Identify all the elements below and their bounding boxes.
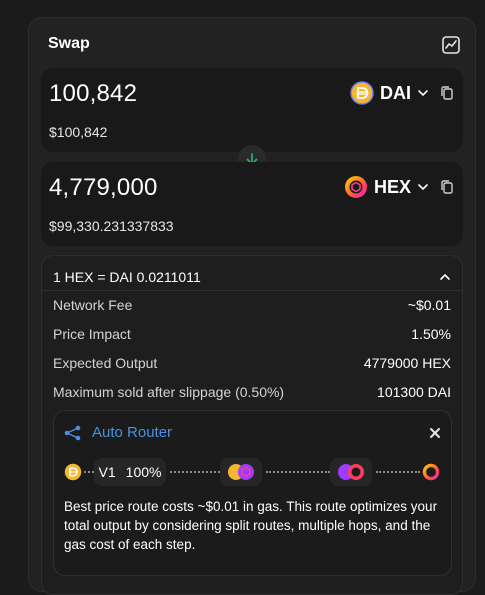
to-token-panel: 4,779,000 $99,330.231337833 HEX [41, 162, 463, 246]
route-dots [266, 471, 330, 475]
to-usd-value: $99,330.231337833 [49, 218, 174, 234]
dai-token-icon [350, 81, 374, 105]
route-dots [170, 471, 220, 475]
detail-label: Price Impact [53, 326, 131, 342]
auto-router-description: Best price route costs ~$0.01 in gas. Th… [64, 499, 438, 552]
from-token-selector[interactable]: DAI [350, 80, 455, 106]
route-pool-pill [330, 458, 372, 486]
detail-label: Maximum sold after slippage (0.50%) [53, 384, 285, 400]
copy-icon[interactable] [439, 179, 455, 195]
from-token-symbol: DAI [380, 82, 411, 103]
detail-label: Network Fee [53, 297, 133, 313]
copy-icon[interactable] [439, 85, 455, 101]
detail-row-expected-output: Expected Output 4779000 HEX [53, 353, 451, 373]
auto-router-panel: Auto Router V1 100% Best price route cos… [53, 410, 452, 576]
detail-row-price-impact: Price Impact 1.50% [53, 324, 451, 344]
detail-value: ~$0.01 [407, 297, 451, 313]
detail-value: 4779000 HEX [363, 355, 451, 371]
to-token-selector[interactable]: HEX [344, 174, 455, 200]
close-icon[interactable] [429, 427, 441, 439]
detail-value: 101300 DAI [377, 384, 451, 400]
route-version-pill: V1 100% [94, 458, 166, 486]
exchange-rate: 1 HEX = DAI 0.0211011 [53, 269, 201, 285]
hex-token-icon [344, 176, 367, 198]
to-amount-input[interactable]: 4,779,000 [49, 174, 158, 202]
detail-label: Expected Output [53, 355, 158, 371]
route-pool-pill [220, 458, 262, 486]
swap-title: Swap [48, 35, 90, 52]
route-version: V1 [98, 464, 116, 480]
pool-pair-icon [228, 464, 254, 480]
detail-row-network-fee: Network Fee ~$0.01 [53, 295, 451, 315]
auto-router-title: Auto Router [92, 424, 173, 441]
swap-card: Swap 100,842 $100,842 DAI 4,779,000 $99,… [28, 17, 476, 595]
from-usd-value: $100,842 [49, 124, 108, 140]
pool-pair-icon [338, 464, 364, 480]
hex-token-icon [422, 463, 440, 481]
route-share-icon [64, 425, 81, 440]
from-amount-input[interactable]: 100,842 [49, 80, 137, 108]
swap-details: 1 HEX = DAI 0.0211011 Network Fee ~$0.01… [41, 255, 463, 595]
route-percent: 100% [125, 464, 162, 480]
chevron-down-icon [418, 184, 428, 191]
detail-row-max-sold: Maximum sold after slippage (0.50%) 1013… [53, 382, 451, 402]
detail-value: 1.50% [411, 326, 451, 342]
auto-router-header: Auto Router [64, 424, 172, 441]
chevron-up-icon [440, 273, 450, 280]
to-token-symbol: HEX [373, 176, 411, 197]
chevron-down-icon [418, 90, 428, 97]
from-token-panel: 100,842 $100,842 DAI [41, 68, 463, 152]
chart-icon[interactable] [441, 35, 461, 55]
dai-token-icon [64, 463, 82, 481]
exchange-rate-toggle[interactable]: 1 HEX = DAI 0.0211011 [53, 266, 451, 288]
divider [42, 290, 462, 291]
route-dots [376, 471, 420, 475]
route-diagram: V1 100% [64, 458, 441, 486]
route-dots [84, 471, 94, 475]
